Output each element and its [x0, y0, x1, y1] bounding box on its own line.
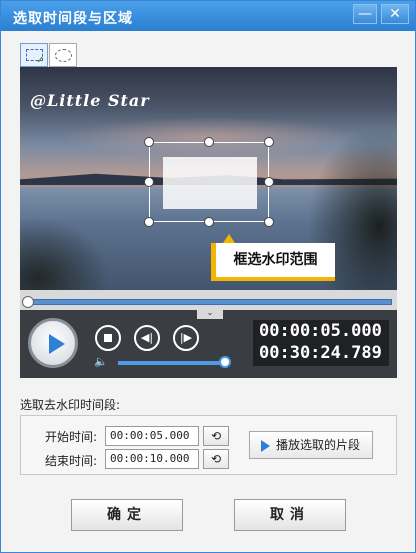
check-icon: ✓ — [36, 55, 45, 66]
resize-handle-nw[interactable] — [144, 137, 154, 147]
start-time-input[interactable]: 00:00:05.000 — [105, 426, 199, 446]
resize-handle-sw[interactable] — [144, 217, 154, 227]
play-icon — [49, 334, 65, 354]
volume-icon[interactable]: 🔈 — [94, 355, 108, 368]
seek-bar[interactable] — [20, 290, 397, 310]
resize-handle-ne[interactable] — [264, 137, 274, 147]
end-time-label: 结束时间: — [45, 454, 98, 468]
selection-rectangle[interactable] — [149, 142, 269, 222]
time-display: 00:00:05.000 00:30:24.789 — [253, 320, 389, 366]
prev-frame-button[interactable]: ◀| — [134, 325, 160, 351]
set-start-time-button[interactable]: ⟲ — [203, 426, 229, 446]
end-time-input[interactable]: 00:00:10.000 — [105, 449, 199, 469]
play-button[interactable] — [28, 318, 78, 368]
ellipse-select-icon — [55, 49, 72, 62]
play-icon — [261, 440, 270, 452]
start-time-label: 开始时间: — [45, 430, 98, 444]
cancel-button[interactable]: 取消 — [234, 499, 346, 531]
dialog-window: 选取时间段与区域 — ✕ ✓ @Little Star 框选水印范围 ◀| |▶… — [0, 0, 416, 553]
rect-select-tool[interactable]: ✓ — [20, 43, 48, 67]
ok-button[interactable]: 确定 — [71, 499, 183, 531]
volume-slider[interactable] — [118, 361, 226, 365]
seek-track[interactable] — [26, 299, 392, 305]
video-preview[interactable]: @Little Star 框选水印范围 — [20, 67, 397, 290]
window-title: 选取时间段与区域 — [13, 11, 133, 27]
resize-handle-e[interactable] — [264, 177, 274, 187]
close-button[interactable]: ✕ — [381, 4, 409, 24]
resize-handle-s[interactable] — [204, 217, 214, 227]
clock-reset-icon: ⟲ — [210, 429, 222, 443]
collapse-toggle[interactable]: ⌄ — [197, 309, 223, 319]
callout-arrow — [223, 234, 235, 243]
prev-frame-icon: ◀| — [140, 331, 154, 344]
title-bar: 选取时间段与区域 — ✕ — [1, 1, 415, 31]
minimize-button[interactable]: — — [353, 4, 377, 24]
volume-knob[interactable] — [219, 356, 231, 368]
time-range-section-label: 选取去水印时间段: — [20, 398, 121, 412]
play-segment-label: 播放选取的片段 — [276, 438, 361, 452]
select-watermark-callout: 框选水印范围 — [211, 243, 335, 281]
current-time: 00:00:05.000 — [259, 321, 382, 341]
next-frame-button[interactable]: |▶ — [173, 325, 199, 351]
stop-button[interactable] — [95, 325, 121, 351]
play-segment-button[interactable]: 播放选取的片段 — [249, 431, 373, 459]
resize-handle-se[interactable] — [264, 217, 274, 227]
seek-knob[interactable] — [22, 296, 34, 308]
resize-handle-n[interactable] — [204, 137, 214, 147]
clock-reset-icon: ⟲ — [210, 452, 222, 466]
total-time: 00:30:24.789 — [259, 343, 382, 363]
player-controls: ◀| |▶ 🔈 00:00:05.000 00:30:24.789 — [20, 310, 397, 378]
set-end-time-button[interactable]: ⟲ — [203, 449, 229, 469]
video-reeds-left — [20, 217, 110, 290]
next-frame-icon: |▶ — [179, 331, 193, 344]
time-range-box: 开始时间: 00:00:05.000 ⟲ 结束时间: 00:00:10.000 … — [20, 415, 397, 475]
ellipse-select-tool[interactable] — [49, 43, 77, 67]
resize-handle-w[interactable] — [144, 177, 154, 187]
stop-icon — [104, 334, 112, 342]
video-watermark-text: @Little Star — [30, 91, 150, 110]
